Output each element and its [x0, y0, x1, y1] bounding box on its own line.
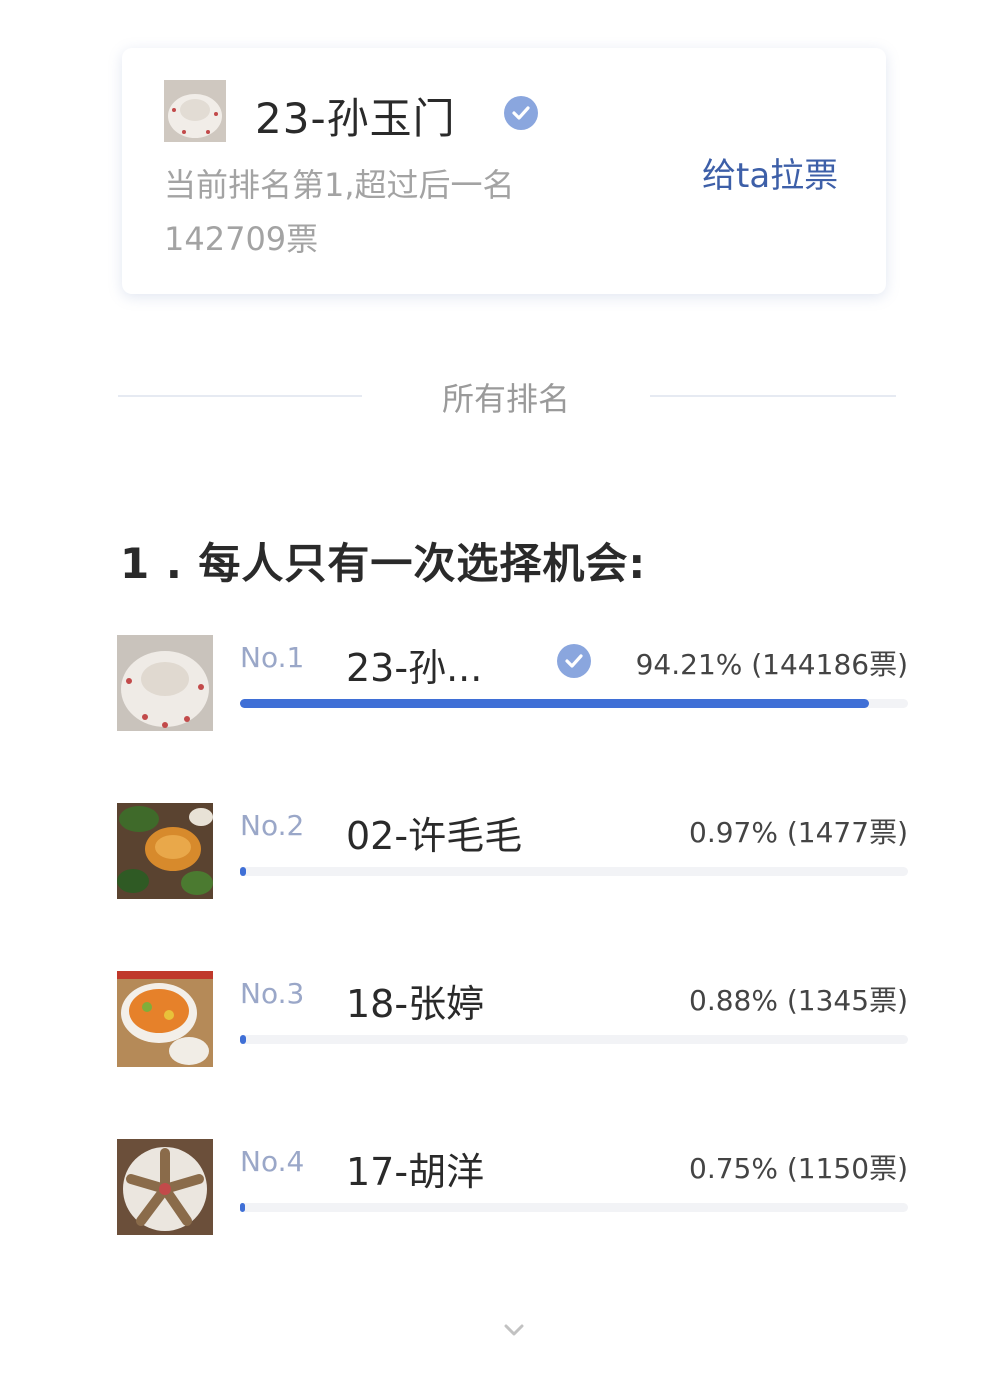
vote-progress-track: [240, 1035, 908, 1044]
divider-line-right: [650, 395, 896, 397]
entry-thumbnail: [117, 803, 213, 899]
vote-progress-track: [240, 699, 908, 708]
ranking-row[interactable]: No.4 17-胡洋 0.75% (1150票): [117, 1139, 917, 1239]
vote-progress-fill: [240, 867, 247, 876]
ranking-row[interactable]: No.1 23-孙... 94.21% (144186票): [117, 635, 917, 735]
vote-progress-track: [240, 867, 908, 876]
verified-check-icon: [557, 644, 591, 678]
vote-progress-fill: [240, 1203, 245, 1212]
rank-label: No.1: [240, 641, 305, 674]
question-title: 1 . 每人只有一次选择机会:: [120, 539, 647, 588]
entry-name: 02-许毛毛: [346, 814, 523, 858]
contestant-avatar: [164, 80, 226, 142]
all-rankings-label: 所有排名: [441, 380, 570, 418]
vote-progress-track: [240, 1203, 908, 1212]
rank-label: No.4: [240, 1145, 305, 1178]
ranking-row[interactable]: No.2 02-许毛毛 0.97% (1477票): [117, 803, 917, 903]
vote-percentage: 0.75% (1150票): [689, 1152, 908, 1185]
vote-progress-fill: [240, 699, 870, 708]
canvass-votes-button[interactable]: 给ta拉票: [702, 148, 838, 197]
entry-thumbnail: [117, 971, 213, 1067]
rank-label: No.3: [240, 977, 305, 1010]
entry-thumbnail: [117, 1139, 213, 1235]
entry-name: 23-孙...: [346, 646, 483, 690]
entry-thumbnail: [117, 635, 213, 731]
rank-status-text: 当前排名第1,超过后一名: [164, 166, 515, 204]
current-contestant-card: 23-孙玉门 当前排名第1,超过后一名 142709票 给ta拉票: [122, 48, 886, 294]
vote-percentage: 0.88% (1345票): [689, 984, 908, 1017]
lead-votes-text: 142709票: [164, 220, 319, 258]
entry-name: 18-张婷: [346, 982, 485, 1026]
entry-name: 17-胡洋: [346, 1150, 485, 1194]
chevron-down-icon[interactable]: [499, 1318, 529, 1342]
vote-percentage: 94.21% (144186票): [635, 648, 908, 681]
vote-progress-fill: [240, 1035, 246, 1044]
verified-check-icon: [504, 96, 538, 130]
ranking-row[interactable]: No.3 18-张婷 0.88% (1345票): [117, 971, 917, 1071]
contestant-name: 23-孙玉门: [255, 94, 456, 143]
rank-label: No.2: [240, 809, 305, 842]
vote-percentage: 0.97% (1477票): [689, 816, 908, 849]
divider-line-left: [118, 395, 362, 397]
